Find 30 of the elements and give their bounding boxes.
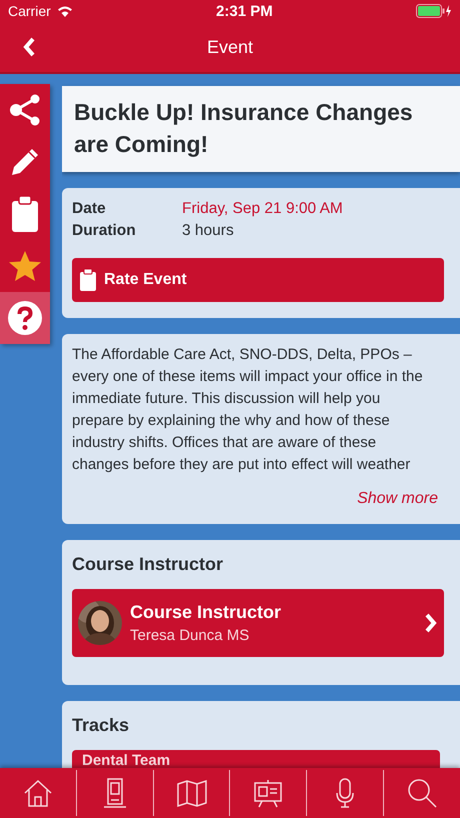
event-description: The Affordable Care Act, SNO-DDS, Delta, PPOs – every one of these items will impact your office in the immediate future. This discussion will help you prepare by explaining the why and how of these industry shifts. Offices that are aware of these changes before they are put into effect will weather [72,345,424,476]
share-icon [8,94,42,126]
sidebar-action[interactable] [0,240,50,292]
sidebar-action[interactable] [0,292,50,344]
wifi-icon [56,5,73,17]
detail-value: 3 hours [182,221,234,242]
clipboard-icon [12,196,38,232]
instructor-button[interactable]: Course Instructor Teresa Dunca MS [72,589,444,658]
clipboard-icon [80,269,96,292]
section-heading: Tracks [72,715,130,736]
rate-event-button[interactable]: Rate Event [72,258,444,302]
event-title: Buckle Up! Insurance Changes are Coming! [62,86,460,172]
battery-icon [416,4,452,18]
instructor-name: Teresa Dunca MS [130,627,250,644]
pencil-icon [10,147,40,177]
show-more-link[interactable]: Show more [357,490,438,508]
detail-label: Date [72,199,107,220]
detail-label: Duration [72,221,137,242]
track-item[interactable]: Dental Team [72,750,440,768]
star-icon [8,250,42,282]
back-button[interactable] [22,36,36,58]
screen-title: Event [206,36,254,58]
help-icon [8,301,42,335]
clock-time: 2:31 PM [216,2,273,20]
section-heading: Course Instructor [72,554,224,576]
carrier-label: Carrier [8,3,51,19]
instructor-title: Course Instructor [130,602,282,624]
sidebar-action[interactable] [0,84,50,136]
chevron-right-icon [424,612,438,634]
detail-value: Friday, Sep 21 9:00 AM [182,199,343,220]
